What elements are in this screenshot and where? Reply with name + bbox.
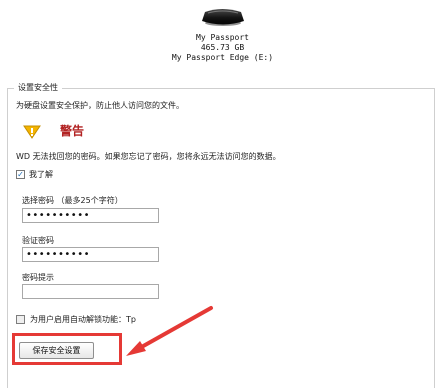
password-hint-label: 密码提示 [22, 273, 54, 282]
confirm-password-label: 验证密码 [22, 236, 54, 245]
warning-header: 警告 [22, 122, 84, 139]
warning-message: WD 无法找回您的密码。如果您忘记了密码，您将永远无法访问您的数据。 [16, 152, 281, 161]
understand-checkbox-row[interactable]: ✓ 我了解 [16, 169, 53, 180]
panel-title: 设置安全性 [14, 82, 62, 93]
device-header: My Passport 465.73 GB My Passport Edge (… [0, 0, 445, 72]
auto-unlock-checkbox[interactable] [16, 315, 25, 324]
warning-title: 警告 [60, 124, 85, 138]
password-hint-input[interactable] [22, 284, 159, 299]
device-capacity: 465.73 GB [200, 43, 245, 52]
security-intro-text: 为硬盘设置安全保护，防止他人访问您的文件。 [16, 101, 184, 110]
password-label: 选择密码 （最多25个字符） [22, 196, 123, 205]
auto-unlock-row[interactable]: 为用户启用自动解锁功能：Tp [16, 314, 136, 325]
device-name: My Passport [196, 33, 249, 42]
device-volume: My Passport Edge (E:) [171, 53, 274, 62]
save-security-settings-button[interactable]: 保存安全设置 [19, 342, 94, 359]
understand-label: 我了解 [29, 170, 53, 179]
understand-checkbox[interactable]: ✓ [16, 170, 25, 179]
warning-icon [23, 125, 41, 139]
password-input[interactable]: •••••••••• [22, 208, 159, 223]
external-drive-icon [202, 9, 244, 26]
confirm-password-input[interactable]: •••••••••• [22, 247, 159, 262]
auto-unlock-label: 为用户启用自动解锁功能：Tp [30, 315, 136, 324]
